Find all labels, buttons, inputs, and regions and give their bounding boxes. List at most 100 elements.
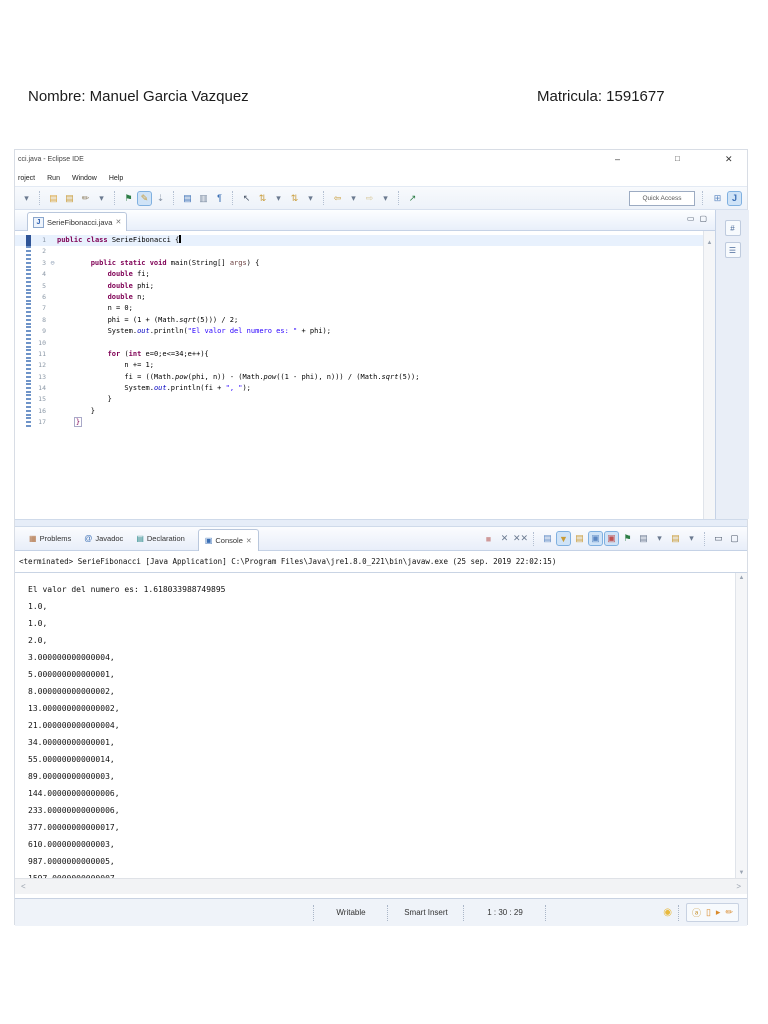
console-output-line: 1.0,: [28, 602, 48, 611]
code-text: }: [57, 406, 95, 415]
pulldown-icon[interactable]: ▾: [20, 192, 33, 205]
open-perspective-icon[interactable]: ⊞: [711, 192, 724, 205]
fold-column: [48, 235, 57, 246]
view-tab-problems[interactable]: ▦ Problems: [29, 529, 71, 549]
next-annotation-dropdown-icon[interactable]: ▾: [304, 192, 317, 205]
display-console-dropdown-icon[interactable]: ▾: [653, 532, 666, 545]
java-perspective-icon[interactable]: J: [727, 190, 742, 206]
edit-mode-icon[interactable]: ✏: [725, 907, 733, 918]
terminate-icon[interactable]: ■: [482, 532, 495, 545]
scroll-down-icon[interactable]: ▼: [739, 870, 745, 876]
console-scrollbar[interactable]: ▲ ▼: [735, 573, 747, 878]
menu-run[interactable]: Run: [47, 175, 60, 182]
coverage-icon[interactable]: ⇣: [154, 192, 167, 205]
show-stderr-when-changed-icon[interactable]: ▣: [604, 531, 619, 546]
back-dropdown-icon[interactable]: ▾: [347, 192, 360, 205]
javadoc-icon: @: [84, 534, 93, 543]
fold-column: [48, 269, 57, 280]
console-output-line: 55.00000000000014,: [28, 755, 115, 764]
display-console-icon[interactable]: ▤: [637, 532, 650, 545]
console-output-line: 13.000000000000002,: [28, 704, 120, 713]
declaration-icon: ▤: [136, 534, 144, 543]
clear-console-icon[interactable]: ▤: [541, 532, 554, 545]
new-java-project-icon[interactable]: ▤: [181, 192, 194, 205]
menu-window[interactable]: Window: [72, 175, 97, 182]
view-tab-console[interactable]: ▣ Console ✕: [197, 529, 259, 551]
toolbar-separator: [173, 191, 175, 205]
maximize-editor-icon[interactable]: ▢: [699, 214, 707, 223]
back-icon[interactable]: ⇦: [331, 192, 344, 205]
new-dropdown-icon[interactable]: ▾: [95, 192, 108, 205]
console-tab-close-icon[interactable]: ✕: [246, 537, 252, 545]
line-number: 16: [38, 406, 46, 415]
code-text: phi = (1 + (Math.sqrt(5))) / 2;: [57, 315, 239, 324]
outline-icon[interactable]: #: [724, 220, 741, 236]
fold-column: [48, 349, 57, 360]
scroll-lock-icon[interactable]: ▼: [556, 531, 571, 546]
editor-scrollbar[interactable]: ▲: [703, 231, 715, 519]
line-number: 17: [38, 418, 46, 427]
menu-roject[interactable]: roject: [18, 175, 35, 182]
print-icon[interactable]: ✏: [79, 192, 92, 205]
last-edit-location-icon[interactable]: ⇅: [256, 192, 269, 205]
restore-window-button[interactable]: □: [675, 154, 680, 163]
menu-bar: roject Run Window Help: [15, 171, 747, 186]
remove-launch-icon[interactable]: ✕: [498, 532, 511, 545]
view-tab-label: Problems: [39, 534, 72, 543]
code-line-16: 16 }: [15, 405, 703, 418]
status-cursor-position: 1 : 30 : 29: [487, 908, 523, 917]
task-list-icon[interactable]: ☰: [724, 242, 741, 258]
debug-icon[interactable]: ⚑: [122, 192, 135, 205]
fold-column: [48, 394, 57, 405]
tab-seriefibonacci[interactable]: J SerieFibonacci.java ✕: [27, 212, 128, 231]
bookmark-icon[interactable]: ▸: [716, 907, 721, 918]
search-icon[interactable]: ↖: [240, 192, 253, 205]
forward-icon[interactable]: ⇨: [363, 192, 376, 205]
editor-tab-bar: J SerieFibonacci.java ✕ ▭ ▢: [15, 210, 715, 231]
view-tab-declaration[interactable]: ▤ Declaration: [136, 529, 185, 549]
maximize-view-icon[interactable]: ▢: [728, 532, 741, 545]
annotation-dropdown-icon[interactable]: ▾: [272, 192, 285, 205]
line-number: 9: [42, 327, 46, 336]
annotation-icon[interactable]: ⓐ: [692, 906, 701, 919]
remove-all-launches-icon[interactable]: ✕✕: [513, 532, 528, 545]
statusbar-icon-group: ⓐ ▯ ▸ ✏: [685, 903, 739, 922]
lamp-icon[interactable]: ◉: [663, 907, 672, 918]
open-console-icon[interactable]: ▤: [669, 532, 682, 545]
code-text: fi = ((Math.pow(phi, n)) - (Math.pow((1 …: [57, 372, 420, 381]
save-icon[interactable]: ▤: [63, 192, 76, 205]
menu-help[interactable]: Help: [109, 175, 123, 182]
scroll-up-icon[interactable]: ▲: [707, 240, 713, 246]
view-tab-javadoc[interactable]: @ Javadoc: [84, 529, 123, 549]
pin-console-icon[interactable]: ⚑: [621, 532, 634, 545]
minimize-window-button[interactable]: –: [615, 154, 620, 164]
view-tab-label: Console: [215, 536, 243, 545]
console-hscrollbar[interactable]: < >: [15, 878, 747, 894]
show-stdout-when-changed-icon[interactable]: ▣: [588, 531, 603, 546]
show-whitespace-icon[interactable]: ¶: [213, 192, 226, 205]
open-console-dropdown-icon[interactable]: ▾: [685, 532, 698, 545]
console-output-line: 377.00000000000017,: [28, 823, 120, 832]
link-with-editor-icon[interactable]: ↗: [406, 192, 419, 205]
quick-access-input[interactable]: Quick Access: [629, 190, 695, 206]
open-type-icon[interactable]: ▥: [197, 192, 210, 205]
next-annotation-icon[interactable]: ⇅: [288, 192, 301, 205]
fold-icon[interactable]: ⊖: [48, 258, 57, 269]
word-wrap-icon[interactable]: ▤: [573, 532, 586, 545]
forward-dropdown-icon[interactable]: ▾: [379, 192, 392, 205]
console-output[interactable]: El valor del numero es: 1.61803398874989…: [15, 573, 737, 878]
minimize-view-icon[interactable]: ▭: [712, 532, 725, 545]
scroll-right-icon[interactable]: >: [736, 882, 741, 891]
code-editor[interactable]: 1 public class SerieFibonacci {2 3 ⊖ public…: [15, 231, 703, 519]
clipboard-icon[interactable]: ▯: [706, 907, 711, 918]
code-line-2: 2: [15, 246, 703, 258]
new-wizard-icon[interactable]: ▤: [47, 192, 60, 205]
scroll-up-icon[interactable]: ▲: [739, 575, 745, 581]
scroll-left-icon[interactable]: <: [21, 882, 26, 891]
code-line-4: 4 double fi;: [15, 269, 703, 281]
editor-tab-close-icon[interactable]: ✕: [115, 218, 121, 226]
toolbar-separator: [39, 191, 41, 205]
close-window-button[interactable]: ✕: [725, 154, 733, 165]
run-icon[interactable]: ✎: [137, 190, 152, 206]
minimize-editor-icon[interactable]: ▭: [687, 214, 695, 223]
